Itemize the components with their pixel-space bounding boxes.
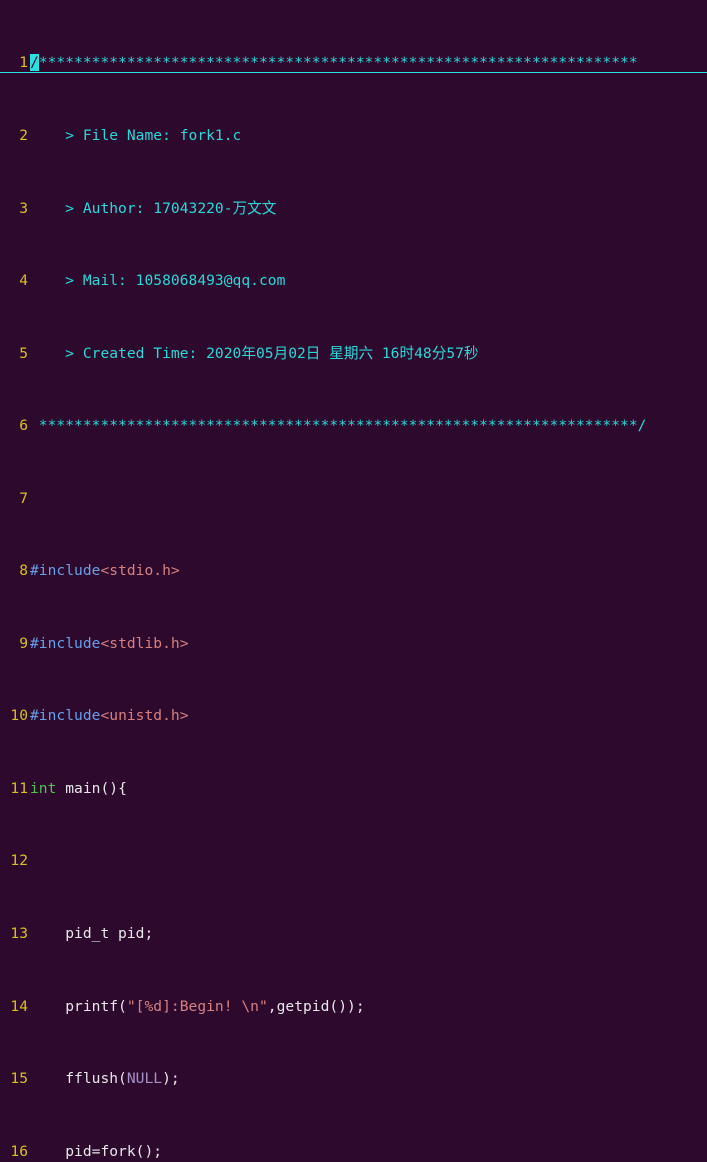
- line-content: #include<stdlib.h>: [28, 635, 707, 653]
- comment-stars: ****************************************…: [38, 54, 638, 72]
- line-content: fflush(NULL);: [28, 1070, 707, 1088]
- line-content: pid_t pid;: [30, 924, 154, 942]
- line-number: 11: [10, 779, 28, 797]
- null-constant: NULL: [126, 1070, 163, 1088]
- line-number: 12: [10, 852, 28, 870]
- line-number: 15: [10, 1070, 28, 1088]
- line-content: pid=fork();: [30, 1142, 163, 1160]
- preprocessor-directive: #include: [30, 707, 101, 725]
- string-literal: "[%d]:Begin! \n": [126, 997, 268, 1015]
- line-number: 5: [19, 344, 28, 362]
- line-number: 3: [19, 199, 28, 217]
- editor-line-10[interactable]: 10 #include<unistd.h>: [0, 707, 707, 725]
- editor-line-2[interactable]: 2 > File Name: fork1.c: [0, 127, 707, 145]
- editor-line-16[interactable]: 16 pid=fork();: [0, 1143, 707, 1161]
- editor-line-3[interactable]: 3 > Author: 17043220-万文文: [0, 200, 707, 218]
- preprocessor-directive: #include: [30, 562, 101, 580]
- header-name: <unistd.h>: [100, 707, 189, 725]
- header-name: <stdio.h>: [100, 562, 180, 580]
- call-args: );: [162, 1070, 180, 1088]
- call-args: ,getpid());: [267, 997, 365, 1015]
- editor-line-1[interactable]: 1 /*************************************…: [0, 54, 707, 73]
- line-number: 4: [19, 272, 28, 290]
- function-call: fflush(: [30, 1070, 127, 1088]
- editor-line-15[interactable]: 15 fflush(NULL);: [0, 1070, 707, 1088]
- line-number: 16: [10, 1142, 28, 1160]
- line-number: 13: [10, 924, 28, 942]
- line-number: 10: [10, 707, 28, 725]
- preprocessor-directive: #include: [30, 634, 101, 652]
- editor-line-9[interactable]: 9 #include<stdlib.h>: [0, 635, 707, 653]
- editor-line-8[interactable]: 8 #include<stdio.h>: [0, 562, 707, 580]
- type-keyword: int: [30, 779, 57, 797]
- line-number: 6: [19, 417, 28, 435]
- line-number: 1: [19, 54, 28, 72]
- line-number: 2: [19, 126, 28, 144]
- editor-line-12[interactable]: 12: [0, 852, 707, 870]
- editor-line-11[interactable]: 11 int main(){: [0, 780, 707, 798]
- line-content: int main(){: [28, 780, 707, 798]
- editor-line-14[interactable]: 14 printf("[%d]:Begin! \n",getpid());: [0, 998, 707, 1016]
- editor-line-6[interactable]: 6 **************************************…: [0, 417, 707, 435]
- editor-line-7[interactable]: 7: [0, 490, 707, 508]
- function-signature: main(){: [56, 779, 127, 797]
- line-content: > File Name: fork1.c: [30, 126, 242, 144]
- editor-line-13[interactable]: 13 pid_t pid;: [0, 925, 707, 943]
- line-number: 14: [10, 997, 28, 1015]
- line-content: printf("[%d]:Begin! \n",getpid());: [28, 998, 707, 1016]
- line-number: 9: [19, 634, 28, 652]
- line-content: > Mail: 1058068493@qq.com: [30, 272, 286, 290]
- text-cursor: /: [30, 54, 39, 72]
- line-number: 7: [19, 489, 28, 507]
- editor-line-5[interactable]: 5 > Created Time: 2020年05月02日 星期六 16时48分…: [0, 345, 707, 363]
- line-content: /***************************************…: [28, 54, 707, 72]
- line-content: > Created Time: 2020年05月02日 星期六 16时48分57…: [30, 344, 479, 362]
- header-name: <stdlib.h>: [100, 634, 189, 652]
- line-content: ****************************************…: [30, 417, 647, 435]
- function-call: printf(: [30, 997, 127, 1015]
- editor-line-4[interactable]: 4 > Mail: 1058068493@qq.com: [0, 272, 707, 290]
- line-content: #include<stdio.h>: [28, 562, 707, 580]
- line-content: > Author: 17043220-万文文: [30, 199, 277, 217]
- line-content: #include<unistd.h>: [28, 707, 707, 725]
- code-editor[interactable]: 1 /*************************************…: [0, 0, 707, 1160]
- line-number: 8: [19, 562, 28, 580]
